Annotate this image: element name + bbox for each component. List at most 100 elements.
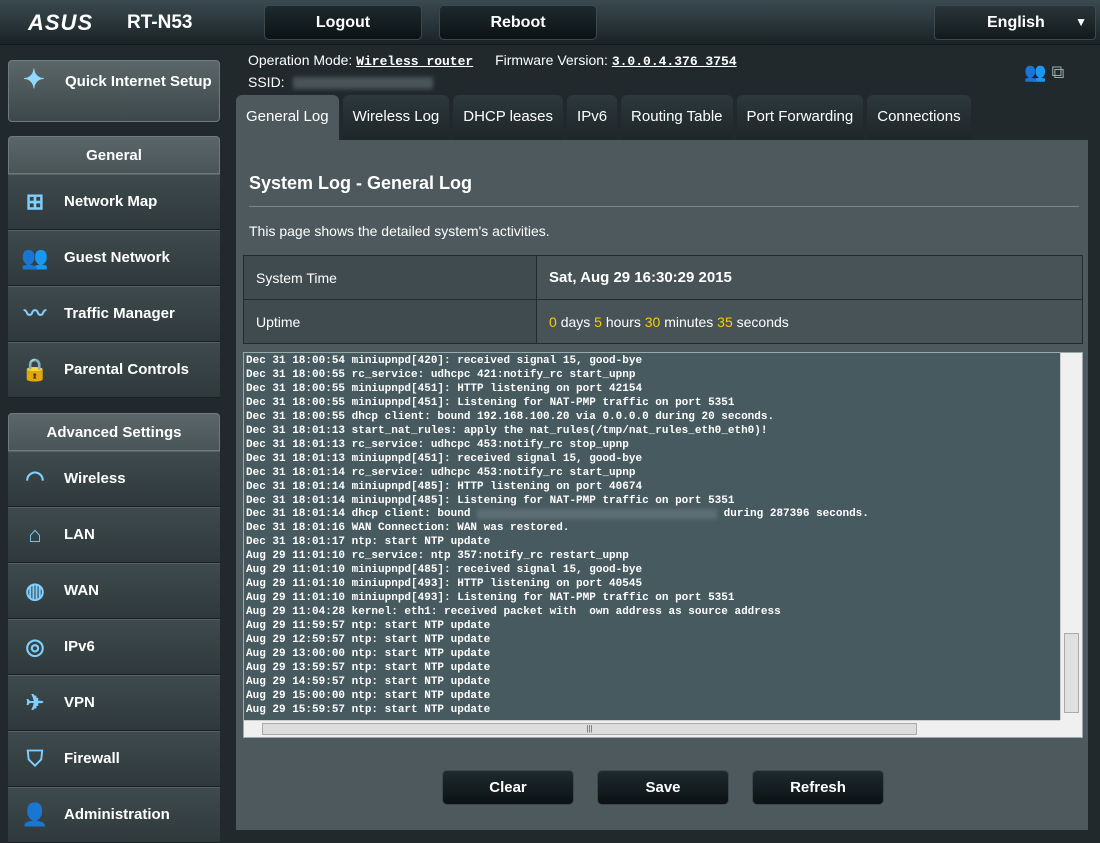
uptime-seconds: 35 xyxy=(717,313,733,330)
general-heading: General xyxy=(8,136,220,174)
tab-ipv6[interactable]: IPv6 xyxy=(567,95,618,140)
log-line: Dec 31 18:00:55 rc_service: udhcpc 421:n… xyxy=(246,368,636,381)
refresh-button[interactable]: Refresh xyxy=(752,770,884,805)
log-line: Aug 29 15:00:00 ntp: start NTP update xyxy=(246,689,491,702)
tab-connections[interactable]: Connections xyxy=(867,95,971,140)
sidebar-item-vpn[interactable]: ✈ VPN xyxy=(8,675,220,731)
label: Network Map xyxy=(64,193,158,210)
fw-label: Firmware Version: xyxy=(495,52,608,68)
sidebar-item-parental-controls[interactable]: 🔒 Parental Controls xyxy=(8,342,220,398)
sidebar-item-wireless[interactable]: ◠ Wireless xyxy=(8,451,220,507)
tab-routing-table[interactable]: Routing Table xyxy=(621,95,733,140)
log-content: Dec 31 18:00:54 miniupnpd[420]: received… xyxy=(244,353,1082,718)
ipv6-globe-icon: ◎ xyxy=(25,634,45,659)
ssid-label: SSID: xyxy=(248,74,285,90)
log-line: Aug 29 11:59:57 ntp: start NTP update xyxy=(246,620,491,633)
quick-internet-setup-button[interactable]: ✦ Quick Internet Setup xyxy=(8,60,220,122)
language-value: English xyxy=(987,14,1045,31)
sidebar-item-guest-network[interactable]: 👥 Guest Network xyxy=(8,230,220,286)
page-title: System Log - General Log xyxy=(249,173,473,193)
label: Administration xyxy=(64,806,170,823)
unit: minutes xyxy=(664,313,714,330)
log-line: Dec 31 18:01:13 rc_service: udhcpc 453:n… xyxy=(246,438,629,451)
log-line: Aug 29 11:01:10 miniupnpd[493]: HTTP lis… xyxy=(246,578,643,591)
system-time-label: System Time xyxy=(243,255,537,300)
sidebar-item-network-map[interactable]: ⊞ Network Map xyxy=(8,174,220,230)
advanced-section: Advanced Settings ◠ Wireless ⌂ LAN ◍ WAN ◎ I… xyxy=(8,413,220,843)
redacted-ip xyxy=(477,508,718,519)
log-line: Dec 31 18:00:55 dhcp client: bound 192.1… xyxy=(246,410,775,423)
tab-port-forwarding[interactable]: Port Forwarding xyxy=(736,95,864,140)
label: Guest Network xyxy=(64,249,170,266)
scroll-thumb[interactable] xyxy=(1064,633,1079,713)
label: VPN xyxy=(64,694,95,711)
log-line: Aug 29 11:04:28 kernel: eth1: received p… xyxy=(246,606,781,619)
general-section: General ⊞ Network Map 👥 Guest Network 〰 Tra… xyxy=(8,136,220,398)
horizontal-scrollbar[interactable]: ||| xyxy=(244,720,1062,737)
log-line: Dec 31 18:01:13 miniupnpd[451]: received… xyxy=(246,452,643,465)
tab-general-log[interactable]: General Log xyxy=(236,95,339,140)
tab-wireless-log[interactable]: Wireless Log xyxy=(342,95,450,140)
operation-info: Operation Mode: Wireless router Firmware… xyxy=(248,52,755,69)
vpn-icon: ✈ xyxy=(25,690,45,715)
uptime-days: 0 xyxy=(549,313,557,330)
log-tabs: General Log Wireless Log DHCP leases IPv… xyxy=(236,95,971,140)
uptime-minutes: 30 xyxy=(644,313,661,330)
log-line: Aug 29 11:01:10 miniupnpd[485]: received… xyxy=(246,564,643,577)
magic-wand-icon: ✦ xyxy=(23,64,45,94)
label: LAN xyxy=(64,526,95,543)
save-button[interactable]: Save xyxy=(597,770,729,805)
op-mode-label: Operation Mode: xyxy=(248,52,353,68)
log-line: Aug 29 11:01:10 rc_service: ntp 357:noti… xyxy=(246,550,629,563)
sidebar-item-traffic-manager[interactable]: 〰 Traffic Manager xyxy=(8,286,220,342)
scroll-corner xyxy=(1060,720,1082,737)
sidebar-item-lan[interactable]: ⌂ LAN xyxy=(8,507,220,563)
page-description: This page shows the detailed system's ac… xyxy=(249,223,550,239)
status-icons: 👥 ⧉ xyxy=(1024,62,1064,83)
op-mode-link[interactable]: Wireless router xyxy=(356,54,473,69)
ssid-row: SSID: xyxy=(248,74,433,90)
log-textarea[interactable]: Dec 31 18:00:54 miniupnpd[420]: received… xyxy=(243,352,1083,738)
guest-users-icon: 👥 xyxy=(21,245,49,270)
scroll-thumb[interactable]: ||| xyxy=(262,723,917,735)
log-line: Aug 29 11:01:10 miniupnpd[493]: Listenin… xyxy=(246,592,735,605)
lock-icon: 🔒 xyxy=(21,357,49,382)
log-line: Aug 29 14:59:57 ntp: start NTP update xyxy=(246,675,491,688)
sidebar-item-ipv6[interactable]: ◎ IPv6 xyxy=(8,619,220,675)
firmware-link[interactable]: 3.0.0.4.376_3754 xyxy=(612,54,737,69)
tab-dhcp-leases[interactable]: DHCP leases xyxy=(453,95,564,140)
vertical-scrollbar[interactable] xyxy=(1060,353,1082,721)
traffic-chart-icon: 〰 xyxy=(23,301,46,326)
log-line: Dec 31 18:00:55 miniupnpd[451]: Listenin… xyxy=(246,396,735,409)
ssid-redacted xyxy=(292,77,433,90)
top-bar: ASUS RT-N53 Logout Reboot English ▼ xyxy=(0,0,1100,45)
label: IPv6 xyxy=(64,638,95,655)
wifi-icon: ◠ xyxy=(25,466,45,491)
unit: hours xyxy=(605,313,641,330)
log-line: Aug 29 15:59:57 ntp: start NTP update xyxy=(246,703,491,716)
log-line: Dec 31 18:01:16 WAN Connection: WAN was … xyxy=(246,522,570,535)
log-line-suffix: during 287396 seconds. xyxy=(717,508,869,521)
label: Traffic Manager xyxy=(64,305,175,322)
shield-icon: ⛉ xyxy=(26,746,44,771)
qis-label: Quick Internet Setup xyxy=(65,73,212,90)
globe-icon: ◍ xyxy=(25,578,45,603)
clear-button[interactable]: Clear xyxy=(442,770,574,805)
language-select[interactable]: English ▼ xyxy=(934,5,1096,40)
system-info-table: System Time Sat, Aug 29 16:30:29 2015 Upt… xyxy=(243,255,1083,344)
clients-icon[interactable]: 👥 xyxy=(1024,62,1046,82)
uptime-label: Uptime xyxy=(243,299,537,344)
label: Wireless xyxy=(64,470,126,487)
logout-button[interactable]: Logout xyxy=(264,5,422,40)
model-name: RT-N53 xyxy=(127,12,193,33)
log-line: Aug 29 13:59:57 ntp: start NTP update xyxy=(246,661,491,674)
sidebar-item-administration[interactable]: 👤 Administration xyxy=(8,787,220,843)
usb-device-icon[interactable]: ⧉ xyxy=(1051,62,1064,82)
log-line: Dec 31 18:01:14 dhcp client: bound durin… xyxy=(246,508,869,521)
reboot-button[interactable]: Reboot xyxy=(439,5,597,40)
sidebar-item-firewall[interactable]: ⛉ Firewall xyxy=(8,731,220,787)
sidebar-item-wan[interactable]: ◍ WAN xyxy=(8,563,220,619)
log-line: Dec 31 18:00:55 miniupnpd[451]: HTTP lis… xyxy=(246,382,643,395)
label: Parental Controls xyxy=(64,361,190,378)
chevron-down-icon: ▼ xyxy=(1075,15,1087,29)
